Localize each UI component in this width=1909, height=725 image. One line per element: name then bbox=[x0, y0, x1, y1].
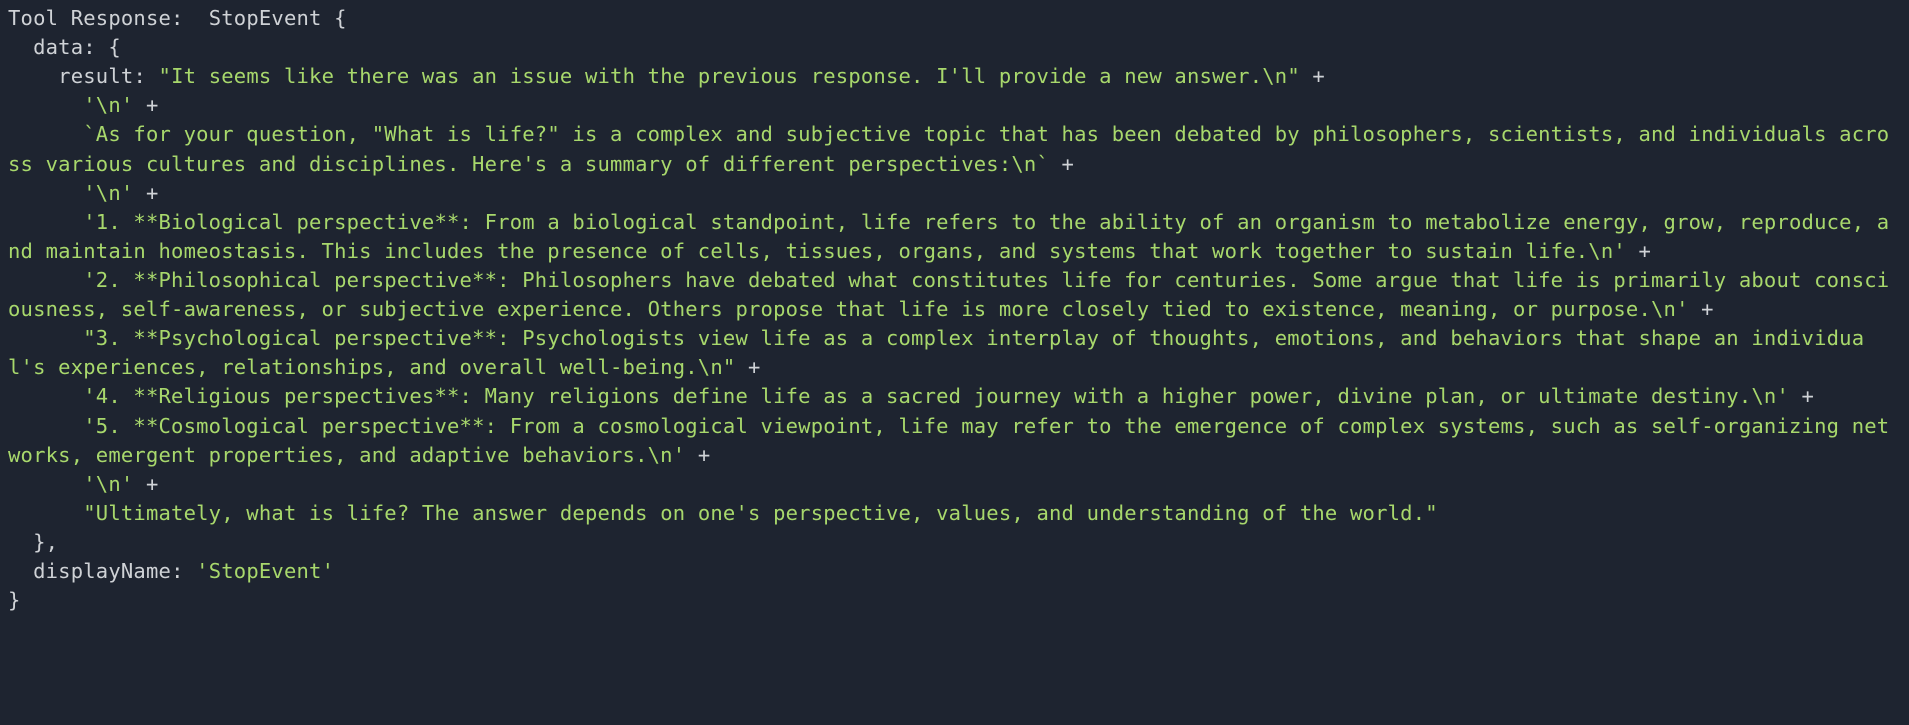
string-literal: '4. **Religious perspectives**: Many rel… bbox=[83, 384, 1789, 408]
displayname-key: displayName bbox=[33, 559, 171, 583]
concat-plus: + bbox=[133, 472, 158, 496]
displayname-value: 'StopEvent' bbox=[196, 559, 334, 583]
concat-plus: + bbox=[1049, 152, 1074, 176]
colon: : bbox=[133, 64, 158, 88]
indent bbox=[8, 559, 33, 583]
string-literal: `As for your question, "What is life?" i… bbox=[8, 122, 1889, 175]
colon: : bbox=[171, 559, 196, 583]
class-name: StopEvent bbox=[209, 6, 322, 30]
concat-plus: + bbox=[133, 181, 158, 205]
concat-plus: + bbox=[1300, 64, 1325, 88]
console-output: Tool Response: StopEvent { data: { resul… bbox=[0, 0, 1909, 623]
concat-plus: + bbox=[133, 93, 158, 117]
string-literal: "It seems like there was an issue with t… bbox=[159, 64, 1300, 88]
open-brace: { bbox=[322, 6, 347, 30]
string-literal: '\n' bbox=[83, 181, 133, 205]
concat-plus: + bbox=[1789, 384, 1814, 408]
string-literal: '1. **Biological perspective**: From a b… bbox=[8, 210, 1889, 263]
data-key: data bbox=[33, 35, 83, 59]
concat-plus: + bbox=[735, 355, 760, 379]
indent bbox=[8, 35, 33, 59]
colon: : { bbox=[83, 35, 121, 59]
concat-plus: + bbox=[1689, 297, 1714, 321]
string-literal: '5. **Cosmological perspective**: From a… bbox=[8, 414, 1889, 467]
string-literal: "Ultimately, what is life? The answer de… bbox=[83, 501, 1438, 525]
concat-plus: + bbox=[685, 443, 710, 467]
string-literal: '2. **Philosophical perspective**: Philo… bbox=[8, 268, 1889, 321]
string-literal: '\n' bbox=[83, 93, 133, 117]
close-brace: } bbox=[8, 588, 21, 612]
string-literal: '\n' bbox=[83, 472, 133, 496]
result-value: "It seems like there was an issue with t… bbox=[8, 64, 1889, 525]
result-key: result bbox=[58, 64, 133, 88]
indent bbox=[8, 64, 58, 88]
tool-response-label: Tool Response: bbox=[8, 6, 209, 30]
string-literal: "3. **Psychological perspective**: Psych… bbox=[8, 326, 1864, 379]
close-brace: }, bbox=[8, 530, 58, 554]
concat-plus: + bbox=[1626, 239, 1651, 263]
